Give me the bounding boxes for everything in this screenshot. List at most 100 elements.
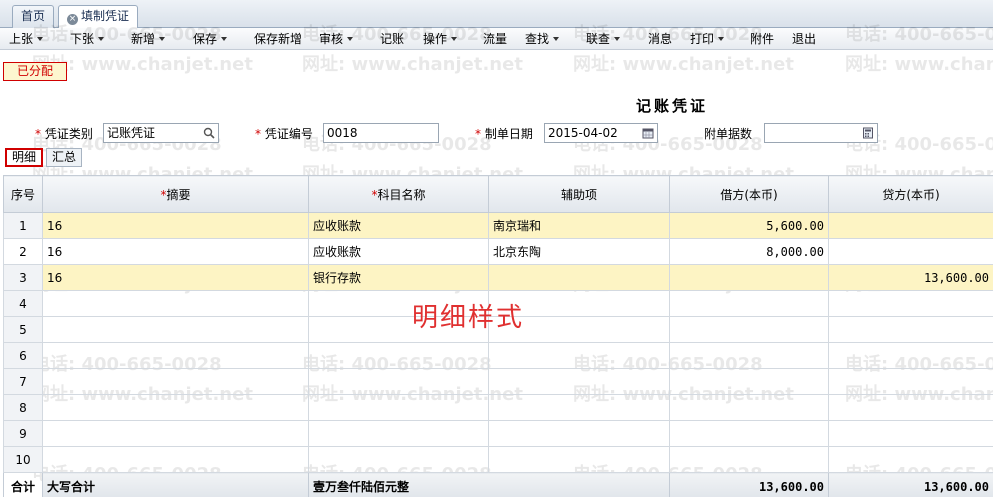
post-button[interactable]: 记账 <box>380 31 404 47</box>
cell-credit[interactable] <box>828 316 993 343</box>
cell-summary[interactable] <box>42 446 309 473</box>
attachment-button[interactable]: 附件 <box>750 31 774 47</box>
cell-debit[interactable] <box>669 264 829 291</box>
tab-detail[interactable]: 明细 <box>5 148 44 167</box>
cell-aux[interactable] <box>488 446 670 473</box>
voucher-type-label: * 凭证类别 <box>35 125 93 142</box>
cell-aux[interactable]: 北京东陶 <box>488 238 670 265</box>
voucher-number-label-text: 凭证编号 <box>264 127 313 141</box>
search-icon[interactable] <box>203 127 215 139</box>
cell-credit[interactable] <box>828 368 993 395</box>
cell-credit[interactable] <box>828 446 993 473</box>
find-button[interactable]: 查找 <box>525 31 560 47</box>
cell-account[interactable] <box>308 342 489 369</box>
cell-account[interactable]: 银行存款 <box>308 264 489 291</box>
print-button-label: 打印 <box>690 32 715 46</box>
table-row[interactable]: 9 <box>3 420 993 447</box>
print-button[interactable]: 打印 <box>690 31 725 47</box>
voucher-type-field[interactable]: 记账凭证 <box>103 123 219 143</box>
total-caps-value: 壹万叁仟陆佰元整 <box>308 472 670 497</box>
operation-button[interactable]: 操作 <box>423 31 458 47</box>
exit-button[interactable]: 退出 <box>792 31 816 47</box>
audit-button[interactable]: 审核 <box>319 31 354 47</box>
cash-flow-button[interactable]: 流量 <box>483 31 507 47</box>
close-icon[interactable]: × <box>67 14 78 25</box>
cell-summary[interactable] <box>42 368 309 395</box>
table-row[interactable]: 7 <box>3 368 993 395</box>
tab-voucher-entry-label: 填制凭证 <box>81 9 130 23</box>
link-query-button[interactable]: 联查 <box>586 31 621 47</box>
cell-aux[interactable] <box>488 342 670 369</box>
cell-aux[interactable] <box>488 394 670 421</box>
tab-summary[interactable]: 汇总 <box>46 148 83 167</box>
cell-debit[interactable] <box>669 290 829 317</box>
voucher-number-field[interactable]: 0018 <box>323 123 439 143</box>
table-row[interactable]: 3 16 银行存款 13,600.00 <box>3 264 993 291</box>
cell-debit[interactable] <box>669 420 829 447</box>
tab-home[interactable]: 首页 <box>12 5 55 28</box>
prev-button[interactable]: 上张 <box>9 31 44 47</box>
cell-summary[interactable] <box>42 420 309 447</box>
cell-account[interactable] <box>308 420 489 447</box>
create-date-field[interactable]: 2015-04-02 <box>544 123 658 143</box>
required-marker: * <box>35 127 41 141</box>
new-button-label: 新增 <box>131 32 156 46</box>
calendar-icon[interactable] <box>642 127 654 139</box>
cell-aux[interactable] <box>488 264 670 291</box>
table-row[interactable]: 10 <box>3 446 993 473</box>
cell-account[interactable] <box>308 394 489 421</box>
cell-debit[interactable]: 5,600.00 <box>669 212 829 239</box>
cell-credit[interactable] <box>828 238 993 265</box>
calculator-icon[interactable] <box>862 127 874 139</box>
message-button[interactable]: 消息 <box>648 31 672 47</box>
column-header-aux-label: 辅助项 <box>560 187 597 202</box>
cell-credit[interactable]: 13,600.00 <box>828 264 993 291</box>
cell-debit[interactable] <box>669 368 829 395</box>
cell-account[interactable] <box>308 446 489 473</box>
next-button[interactable]: 下张 <box>70 31 105 47</box>
tab-voucher-entry[interactable]: × 填制凭证 <box>58 5 139 29</box>
cell-summary[interactable]: 16 <box>42 238 309 265</box>
table-row[interactable]: 8 <box>3 394 993 421</box>
cell-account[interactable]: 应收账款 <box>308 238 489 265</box>
post-button-label: 记账 <box>380 32 405 46</box>
column-header-credit[interactable]: 贷方(本币) <box>828 175 993 213</box>
cell-summary[interactable]: 16 <box>42 264 309 291</box>
cell-account[interactable] <box>308 368 489 395</box>
column-header-summary[interactable]: *摘要 <box>42 175 309 213</box>
cash-flow-button-label: 流量 <box>483 32 508 46</box>
cell-debit[interactable] <box>669 446 829 473</box>
save-button[interactable]: 保存 <box>193 31 228 47</box>
cell-aux[interactable]: 南京瑞和 <box>488 212 670 239</box>
cell-credit[interactable] <box>828 212 993 239</box>
attachment-count-field[interactable] <box>764 123 878 143</box>
cell-debit[interactable] <box>669 316 829 343</box>
cell-debit[interactable] <box>669 394 829 421</box>
cell-summary[interactable] <box>42 316 309 343</box>
next-button-label: 下张 <box>70 32 95 46</box>
cell-debit[interactable] <box>669 342 829 369</box>
cell-summary[interactable]: 16 <box>42 212 309 239</box>
cell-credit[interactable] <box>828 290 993 317</box>
table-row[interactable]: 1 16 应收账款 南京瑞和 5,600.00 <box>3 212 993 239</box>
cell-debit[interactable]: 8,000.00 <box>669 238 829 265</box>
column-header-account[interactable]: *科目名称 <box>308 175 489 213</box>
chevron-down-icon <box>718 37 725 41</box>
new-button[interactable]: 新增 <box>131 31 166 47</box>
cell-credit[interactable] <box>828 420 993 447</box>
cell-summary[interactable] <box>42 290 309 317</box>
cell-summary[interactable] <box>42 342 309 369</box>
table-row[interactable]: 6 <box>3 342 993 369</box>
table-row[interactable]: 2 16 应收账款 北京东陶 8,000.00 <box>3 238 993 265</box>
cell-credit[interactable] <box>828 342 993 369</box>
save-and-new-button[interactable]: 保存新增 <box>254 31 302 47</box>
cell-account[interactable]: 应收账款 <box>308 212 489 239</box>
cell-aux[interactable] <box>488 368 670 395</box>
cell-summary[interactable] <box>42 394 309 421</box>
watermark-site: 网址: www.chanjet.net <box>845 54 993 75</box>
cell-credit[interactable] <box>828 394 993 421</box>
cell-aux[interactable] <box>488 420 670 447</box>
column-header-debit[interactable]: 借方(本币) <box>669 175 829 213</box>
required-marker: * <box>475 127 481 141</box>
column-header-aux[interactable]: 辅助项 <box>488 175 670 213</box>
